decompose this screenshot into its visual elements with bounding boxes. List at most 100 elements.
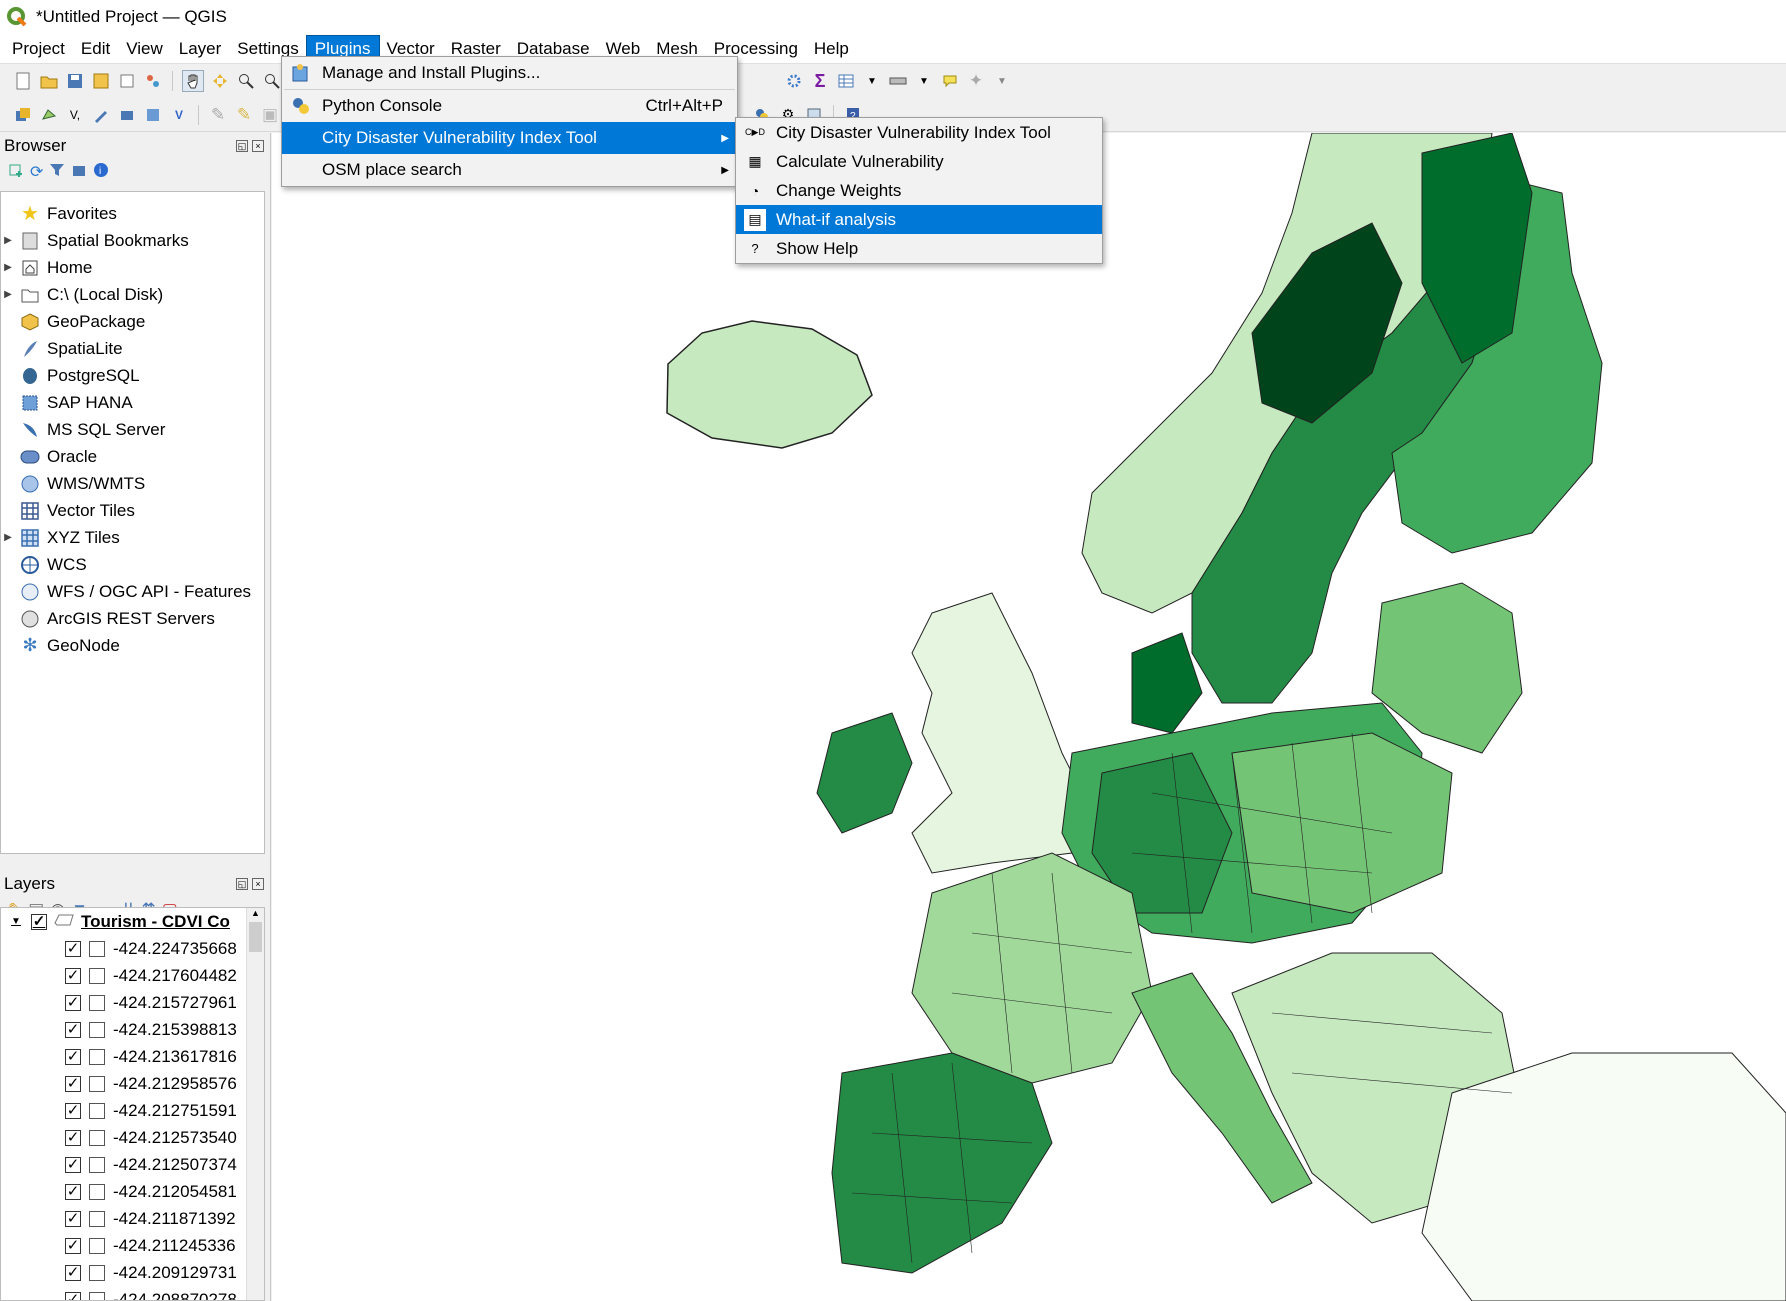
- browser-item-postgresql[interactable]: PostgreSQL: [1, 362, 264, 389]
- zoom-in-icon[interactable]: [236, 71, 256, 91]
- legend-class-row[interactable]: ✓ -424.209129731: [1, 1259, 264, 1286]
- legend-class-row[interactable]: ✓ -424.217604482: [1, 962, 264, 989]
- browser-item-wfs[interactable]: WFS / OGC API - Features: [1, 578, 264, 605]
- menu-help[interactable]: Help: [806, 36, 857, 62]
- legend-class-row[interactable]: ✓ -424.212054581: [1, 1178, 264, 1205]
- class-checkbox[interactable]: ✓: [65, 1102, 81, 1119]
- attribute-table-icon[interactable]: [836, 71, 856, 91]
- browser-item-geopackage[interactable]: GeoPackage: [1, 308, 264, 335]
- legend-class-row[interactable]: ✓ -424.212573540: [1, 1124, 264, 1151]
- add-delimited-text-icon[interactable]: V,: [65, 105, 85, 125]
- settings-gear-icon[interactable]: [784, 71, 804, 91]
- info-icon[interactable]: i: [93, 162, 109, 183]
- browser-item-wcs[interactable]: WCS: [1, 551, 264, 578]
- menu-layer[interactable]: Layer: [171, 36, 230, 62]
- dropdown-arrow-icon[interactable]: ▼: [862, 71, 882, 91]
- osm-place-search-item[interactable]: OSM place search ▶: [282, 154, 737, 186]
- legend-class-row[interactable]: ✓ -424.211245336: [1, 1232, 264, 1259]
- dropdown-arrow-icon[interactable]: ▼: [914, 71, 934, 91]
- legend-class-row[interactable]: ✓ -424.215398813: [1, 1016, 264, 1043]
- save-project-icon[interactable]: [65, 71, 85, 91]
- expand-arrow-icon[interactable]: ▶: [1, 262, 15, 273]
- layer-row-tourism[interactable]: ▼ ✓ Tourism - CDVI Co: [1, 908, 264, 935]
- browser-item-spatialite[interactable]: SpatiaLite: [1, 335, 264, 362]
- browser-item-favorites[interactable]: ★ Favorites: [1, 200, 264, 227]
- expand-arrow-icon[interactable]: ▶: [1, 289, 15, 300]
- close-panel-icon[interactable]: ×: [252, 140, 264, 152]
- float-panel-icon[interactable]: ◱: [236, 140, 248, 152]
- cdvi-tool-launch-item[interactable]: C▶D City Disaster Vulnerability Index To…: [736, 118, 1102, 147]
- class-checkbox[interactable]: ✓: [65, 967, 81, 984]
- expand-arrow-icon[interactable]: ▶: [1, 532, 15, 543]
- layers-scrollbar[interactable]: ▲: [246, 908, 264, 1300]
- legend-class-row[interactable]: ✓ -424.213617816: [1, 1043, 264, 1070]
- save-edits-icon[interactable]: ▣: [260, 105, 280, 125]
- statistics-sigma-icon[interactable]: Σ: [810, 71, 830, 91]
- menu-edit[interactable]: Edit: [73, 36, 118, 62]
- menu-view[interactable]: View: [118, 36, 171, 62]
- menu-project[interactable]: Project: [4, 36, 73, 62]
- show-help-item[interactable]: ? Show Help: [736, 234, 1102, 263]
- browser-item-sap-hana[interactable]: SAP HANA: [1, 389, 264, 416]
- what-if-analysis-item[interactable]: ▤ What-if analysis: [736, 205, 1102, 234]
- add-virtual-layer-icon[interactable]: V: [169, 105, 189, 125]
- browser-item-xyz-tiles[interactable]: ▶ XYZ Tiles: [1, 524, 264, 551]
- layer-visibility-checkbox[interactable]: ✓: [31, 913, 47, 930]
- dropdown-arrow-icon[interactable]: ▼: [992, 71, 1012, 91]
- filter-icon[interactable]: [49, 162, 65, 183]
- add-selected-layers-icon[interactable]: [8, 162, 24, 183]
- browser-item-home[interactable]: ▶ Home: [1, 254, 264, 281]
- browser-item-arcgis-rest[interactable]: ArcGIS REST Servers: [1, 605, 264, 632]
- save-as-icon[interactable]: [91, 71, 111, 91]
- europe-map[interactable]: [272, 133, 1786, 1301]
- collapse-all-icon[interactable]: [71, 162, 87, 183]
- legend-class-row[interactable]: ✓ -424.212958576: [1, 1070, 264, 1097]
- class-checkbox[interactable]: ✓: [65, 1129, 81, 1146]
- change-weights-item[interactable]: ◔ Change Weights: [736, 176, 1102, 205]
- class-checkbox[interactable]: ✓: [65, 940, 81, 957]
- python-console-item[interactable]: Python Console Ctrl+Alt+P: [282, 90, 737, 122]
- float-panel-icon[interactable]: ◱: [236, 878, 248, 890]
- browser-item-mssql[interactable]: MS SQL Server: [1, 416, 264, 443]
- legend-class-row[interactable]: ✓ -424.212751591: [1, 1097, 264, 1124]
- browser-item-bookmarks[interactable]: ▶ Spatial Bookmarks: [1, 227, 264, 254]
- class-checkbox[interactable]: ✓: [65, 994, 81, 1011]
- class-checkbox[interactable]: ✓: [65, 1264, 81, 1281]
- browser-item-vector-tiles[interactable]: Vector Tiles: [1, 497, 264, 524]
- browser-item-oracle[interactable]: Oracle: [1, 443, 264, 470]
- scroll-up-arrow-icon[interactable]: ▲: [247, 908, 264, 918]
- class-checkbox[interactable]: ✓: [65, 1291, 81, 1300]
- manage-plugins-item[interactable]: Manage and Install Plugins...: [282, 57, 737, 89]
- browser-item-geonode[interactable]: ✻ GeoNode: [1, 632, 264, 659]
- legend-class-row[interactable]: ✓ -424.208870278: [1, 1286, 264, 1300]
- digitize-icon[interactable]: [91, 105, 111, 125]
- refresh-icon[interactable]: ⟳: [30, 162, 43, 182]
- legend-class-row[interactable]: ✓ -424.215727961: [1, 989, 264, 1016]
- map-canvas[interactable]: [272, 133, 1786, 1301]
- class-checkbox[interactable]: ✓: [65, 1237, 81, 1254]
- close-panel-icon[interactable]: ×: [252, 878, 264, 890]
- identify-icon[interactable]: ✦: [966, 71, 986, 91]
- data-source-manager-icon[interactable]: [13, 105, 33, 125]
- class-checkbox[interactable]: ✓: [65, 1183, 81, 1200]
- add-vector-layer-icon[interactable]: [39, 105, 59, 125]
- add-raster-icon[interactable]: [143, 105, 163, 125]
- cdvi-tool-item[interactable]: City Disaster Vulnerability Index Tool ▶: [282, 122, 737, 154]
- toggle-editing-icon[interactable]: ✎: [208, 105, 228, 125]
- measure-icon[interactable]: [888, 71, 908, 91]
- calculate-vulnerability-item[interactable]: ▦ Calculate Vulnerability: [736, 147, 1102, 176]
- open-project-icon[interactable]: [39, 71, 59, 91]
- expand-arrow-icon[interactable]: ▶: [1, 235, 15, 246]
- class-checkbox[interactable]: ✓: [65, 1075, 81, 1092]
- legend-class-row[interactable]: ✓ -424.224735668: [1, 935, 264, 962]
- legend-class-row[interactable]: ✓ -424.211871392: [1, 1205, 264, 1232]
- collapse-arrow-icon[interactable]: ▼: [1, 916, 31, 927]
- pan-hand-icon[interactable]: [182, 70, 204, 92]
- map-tips-icon[interactable]: [940, 71, 960, 91]
- add-wms-icon[interactable]: [117, 105, 137, 125]
- zoom-out-icon[interactable]: [262, 71, 282, 91]
- browser-item-wms[interactable]: WMS/WMTS: [1, 470, 264, 497]
- style-manager-icon[interactable]: [143, 71, 163, 91]
- class-checkbox[interactable]: ✓: [65, 1156, 81, 1173]
- print-layout-icon[interactable]: [117, 71, 137, 91]
